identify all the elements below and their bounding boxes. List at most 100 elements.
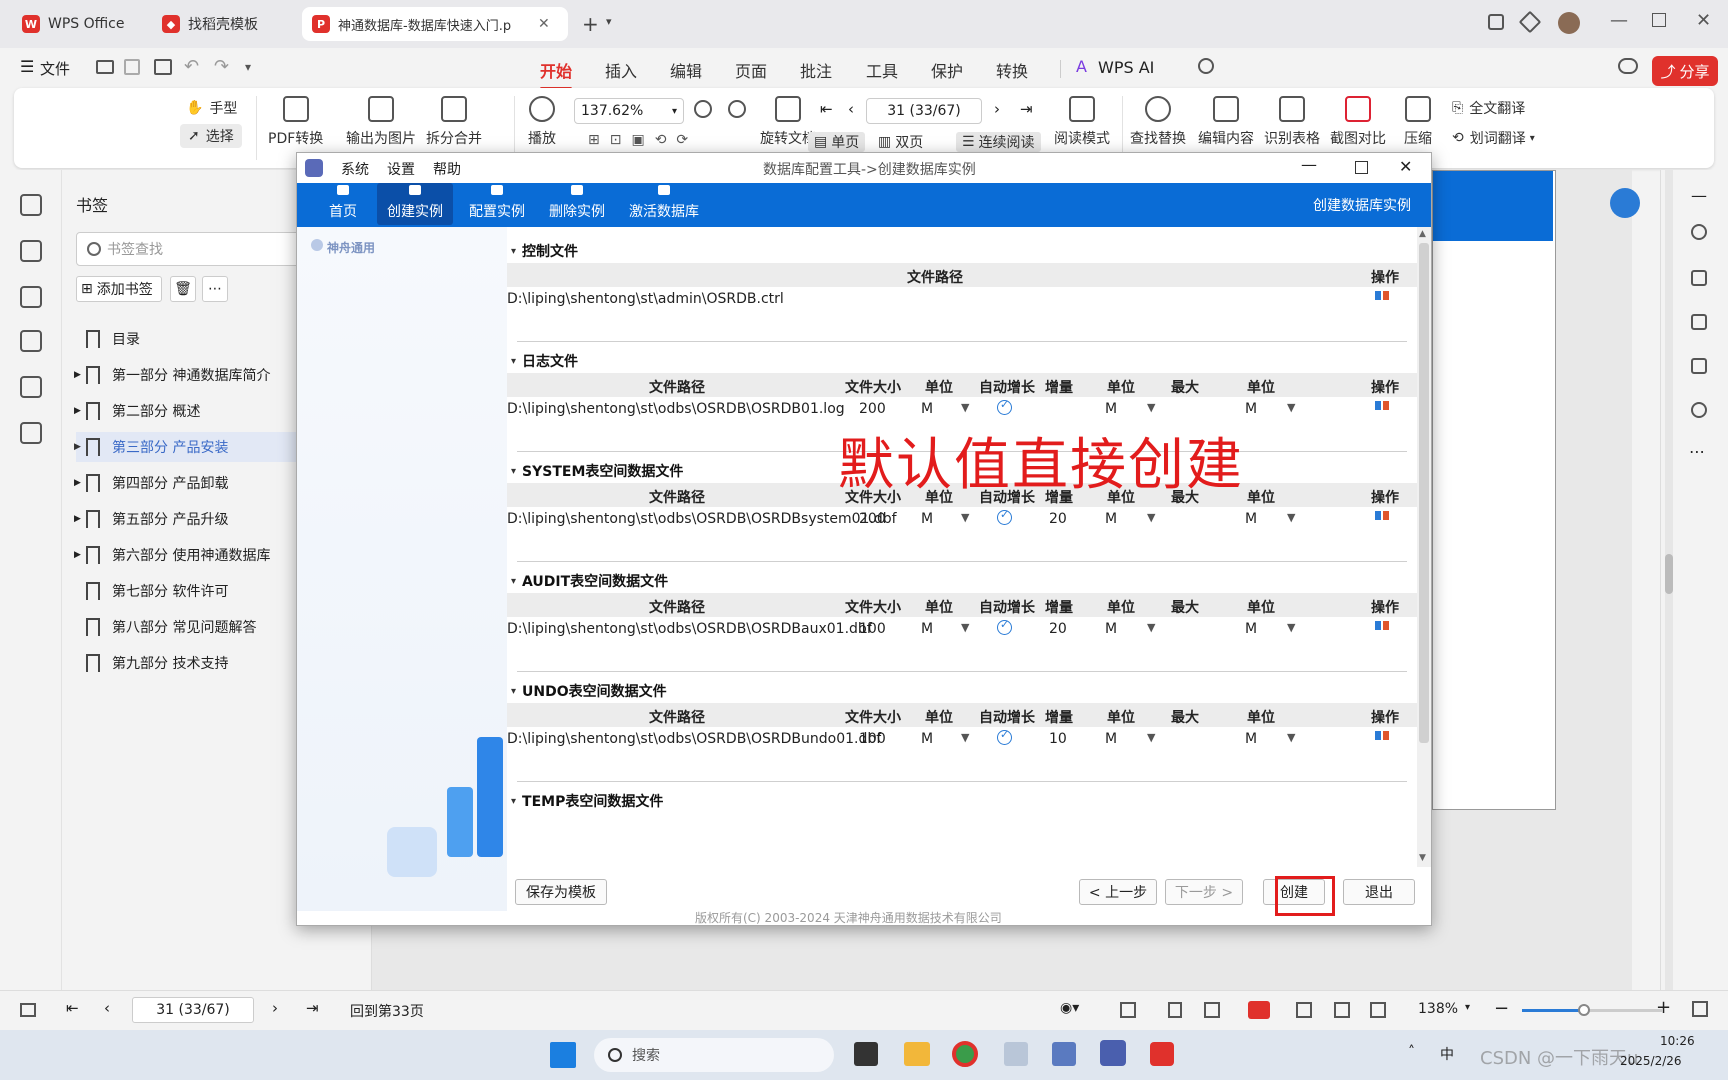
page-input[interactable]: 31 (33/67) [866,98,982,124]
restore-icon[interactable] [1652,13,1666,27]
prev-step-button[interactable]: < 上一步 [1079,879,1157,905]
section-audit-tablespace[interactable]: AUDIT表空间数据文件 [511,571,668,591]
more-icon[interactable]: ⋯ [1689,442,1705,461]
chevron-down-icon[interactable]: ▼ [961,401,969,414]
menu-insert[interactable]: 插入 [605,58,637,82]
last-page-icon[interactable]: ⇥ [1020,100,1033,118]
first-page-icon[interactable]: ⇤ [820,100,833,118]
ime-icon[interactable]: 中 [1440,1044,1454,1064]
nav-home[interactable]: 首页 [319,183,367,225]
chevron-down-icon[interactable]: ▼ [1147,511,1155,524]
layers-icon[interactable] [20,422,42,444]
section-system-tablespace[interactable]: SYSTEM表空间数据文件 [511,461,683,481]
last-page-icon[interactable]: ⇥ [306,999,319,1017]
menu-convert[interactable]: 转换 [996,58,1028,82]
search-icon[interactable] [1691,224,1707,240]
expand-arrow-icon[interactable]: ▶ [74,442,81,452]
nav-delete-instance[interactable]: 删除实例 [539,183,615,225]
file-size[interactable]: 200 [859,401,886,417]
chevron-down-icon[interactable]: ▼ [1147,731,1155,744]
close-icon[interactable]: ✕ [1399,157,1412,176]
db-tool-icon[interactable] [1100,1040,1126,1066]
next-page-icon[interactable]: › [272,999,278,1017]
chevron-down-icon[interactable]: ▼ [961,621,969,634]
scroll-down-icon[interactable]: ▼ [1419,853,1426,863]
tab-wps-office[interactable]: W WPS Office [12,7,142,41]
chevron-down-icon[interactable]: ▾ [245,60,251,74]
scrollbar-thumb[interactable] [1419,243,1429,743]
unit-select[interactable]: M [921,621,933,637]
add-icon[interactable] [1375,401,1381,410]
split-merge-button[interactable]: 拆分合并 [426,96,482,148]
prev-page-icon[interactable]: ‹ [848,100,854,118]
minimize-icon[interactable]: — [1610,10,1628,31]
app-icon[interactable] [1052,1042,1076,1066]
file-size[interactable]: 200 [859,511,886,527]
zoom-out-icon[interactable]: − [1494,998,1509,1019]
nav-activate-db[interactable]: 激活数据库 [619,183,709,225]
menu-tools[interactable]: 工具 [866,58,898,82]
table-row[interactable]: D:\liping\shentong\st\odbs\OSRDB\OSRDBau… [507,617,1417,641]
close-window-icon[interactable]: ✕ [1696,10,1711,31]
bookmark-item[interactable]: 第七部分 软件许可 [86,576,228,606]
bookmark-item[interactable]: ▶ 第二部分 概述 [74,396,200,426]
zoom-level[interactable]: 138% [1418,1001,1458,1017]
chevron-down-icon[interactable]: ▼ [1147,401,1155,414]
hamburger-icon[interactable]: ☰ [20,57,34,76]
zoom-in-icon[interactable]: + [1656,997,1671,1018]
table-row[interactable]: D:\liping\shentong\st\odbs\OSRDB\OSRDB01… [507,397,1417,421]
max-unit-select[interactable]: M [1245,511,1257,527]
share-button[interactable]: ⤴ 分享 [1652,56,1718,86]
screenshot-compare-button[interactable]: 截图对比 [1330,96,1386,148]
chevron-down-icon[interactable]: ▾ [1465,1002,1470,1013]
delete-icon[interactable] [1383,621,1389,630]
save-template-button[interactable]: 保存为模板 [515,879,607,905]
increment-input[interactable]: 20 [1049,621,1067,637]
section-temp-tablespace[interactable]: TEMP表空间数据文件 [511,791,663,811]
bookmark-item[interactable]: ▶ 第四部分 产品卸载 [74,468,228,498]
windows-start-icon[interactable] [550,1042,576,1068]
fullscreen-icon[interactable] [1692,1001,1708,1017]
chevron-down-icon[interactable]: ▾ [606,15,612,28]
chrome-icon[interactable] [952,1041,978,1067]
chevron-down-icon[interactable]: ▼ [1147,621,1155,634]
minus-icon[interactable]: — [1691,186,1707,205]
cloud-upload-icon[interactable] [1618,58,1638,74]
next-step-button[interactable]: 下一步 > [1165,879,1243,905]
chevron-up-icon[interactable]: ˄ [1408,1044,1415,1060]
taskbar-search[interactable]: 搜索 [594,1038,834,1072]
chevron-down-icon[interactable]: ▼ [1287,731,1295,744]
play-button[interactable]: 播放 [528,96,556,148]
max-unit-select[interactable]: M [1245,401,1257,417]
help-icon[interactable] [1691,402,1707,418]
compress-button[interactable]: 压缩 [1404,96,1432,148]
single-page-button[interactable]: ▤ 单页 [808,132,866,152]
continuous-icon[interactable] [1370,1002,1386,1018]
chevron-down-icon[interactable]: ▼ [1287,511,1295,524]
save-icon[interactable] [124,59,140,75]
float-tool-icon[interactable] [1610,188,1640,218]
zoom-in-icon[interactable] [728,100,746,118]
chevron-down-icon[interactable]: ▼ [1287,621,1295,634]
comment-icon[interactable] [20,286,42,308]
select-tool-button[interactable]: ➚ 选择 [180,124,242,148]
eye-icon[interactable]: ◉▾ [1060,1000,1079,1016]
inc-unit-select[interactable]: M [1105,731,1117,747]
thumbnail-icon[interactable] [20,240,42,262]
menu-comment[interactable]: 批注 [800,58,832,82]
minimize-icon[interactable]: — [1301,155,1317,174]
menu-start[interactable]: 开始 [540,58,573,90]
print-icon[interactable] [154,59,172,75]
bookmark-item[interactable]: 目录 [86,324,140,354]
read-mode-button[interactable]: 阅读模式 [1054,96,1110,148]
scroll-up-icon[interactable]: ▲ [1419,229,1426,239]
file-size[interactable]: 100 [859,621,886,637]
find-replace-button[interactable]: 查找替换 [1130,96,1186,148]
expand-arrow-icon[interactable]: ▶ [74,550,81,560]
delete-bookmark-button[interactable]: 🗑 [170,276,196,302]
tab-template[interactable]: ◆ 找稻壳模板 [152,7,292,41]
section-control-file[interactable]: 控制文件 [511,241,578,261]
more-button[interactable]: ⋯ [202,276,228,302]
menu-help[interactable]: 帮助 [433,159,461,179]
expand-arrow-icon[interactable]: ▶ [74,514,81,524]
